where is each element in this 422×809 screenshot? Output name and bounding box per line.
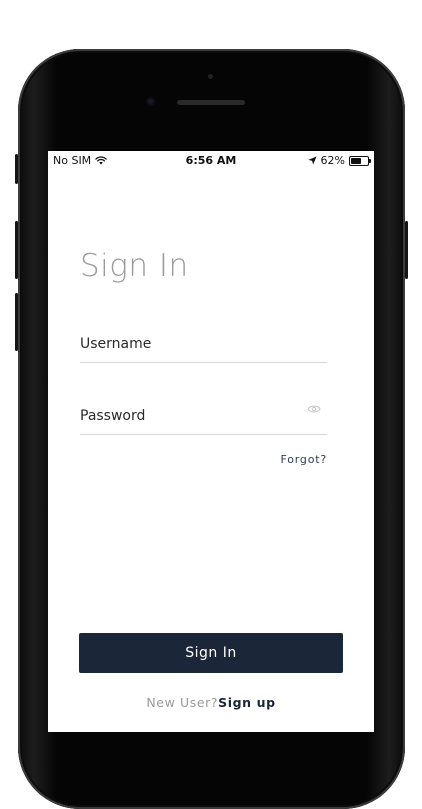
- password-field: [80, 400, 327, 435]
- battery-fill: [351, 157, 361, 164]
- forgot-password-link[interactable]: Forgot?: [281, 453, 327, 466]
- username-field: [80, 328, 327, 363]
- volume-down-button: [15, 293, 18, 351]
- battery-icon: [349, 155, 371, 166]
- page-title: Sign In: [80, 248, 189, 284]
- volume-up-button: [15, 221, 18, 279]
- battery-nub: [369, 158, 371, 163]
- new-user-label: New User?: [146, 695, 219, 710]
- sign-in-button[interactable]: Sign In: [79, 633, 343, 673]
- status-right: 62%: [307, 154, 371, 167]
- earpiece-speaker: [177, 100, 245, 105]
- power-button: [405, 221, 408, 279]
- battery-percent: 62%: [320, 154, 345, 167]
- app-screen: No SIM 6:56 AM 62% Sign In Username Forg…: [48, 151, 374, 732]
- mute-switch: [15, 154, 18, 184]
- sign-up-link[interactable]: Sign up: [218, 695, 276, 710]
- front-camera: [146, 97, 155, 106]
- location-arrow-icon: [307, 156, 317, 165]
- eye-icon[interactable]: [307, 404, 321, 414]
- proximity-sensor: [208, 74, 213, 79]
- password-input[interactable]: [80, 408, 300, 424]
- signup-prompt: New User?Sign up: [48, 695, 374, 710]
- username-input[interactable]: [80, 336, 300, 352]
- status-bar: No SIM 6:56 AM 62%: [48, 151, 374, 171]
